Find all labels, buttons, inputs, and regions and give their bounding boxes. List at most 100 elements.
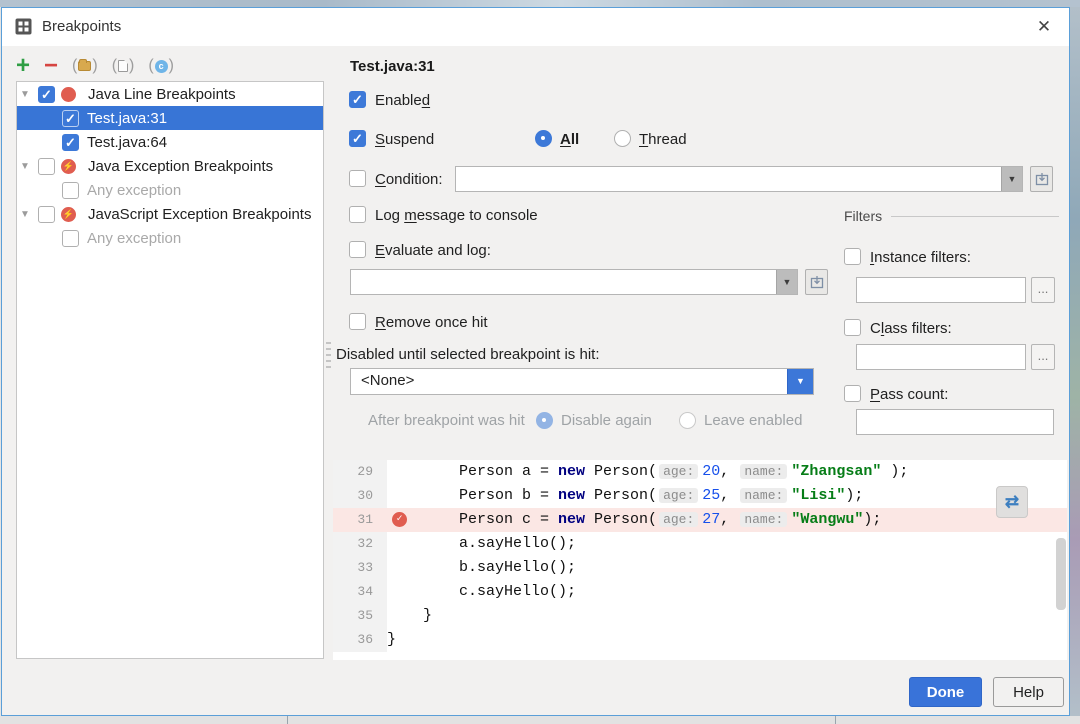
code-scrollbar[interactable] (1055, 460, 1067, 660)
tree-item-test-java-31[interactable]: Test.java:31 (17, 106, 323, 130)
instance-filters-more-button[interactable]: ... (1031, 277, 1055, 303)
code-line-34: 34 c.sayHello(); (333, 580, 1067, 604)
expander-icon[interactable]: ▼ (17, 89, 33, 100)
tree-item-checkbox[interactable] (62, 230, 79, 247)
line-number[interactable]: 36 (333, 628, 387, 652)
enabled-label: Enabled (375, 92, 430, 109)
line-number[interactable]: 32 (333, 532, 387, 556)
code-line-31: 31✓ Person c = new Person(age:27, name:"… (333, 508, 1067, 532)
tree-item-label: JavaScript Exception Breakpoints (88, 206, 311, 223)
tree-item-label: Java Exception Breakpoints (88, 158, 273, 175)
line-number[interactable]: 33 (333, 556, 387, 580)
navigate-to-source-button[interactable]: ⇄ (996, 486, 1028, 518)
tree-item-any-exception[interactable]: Any exception (17, 226, 323, 250)
help-button[interactable]: Help (993, 677, 1064, 707)
code-line-30: 30 Person b = new Person(age:25, name:"L… (333, 484, 1067, 508)
tree-item-label: Any exception (87, 230, 181, 247)
breakpoints-tree: ▼Java Line BreakpointsTest.java:31Test.j… (16, 81, 324, 659)
suspend-label: Suspend (375, 131, 434, 148)
disabled-until-label: Disabled until selected breakpoint is hi… (336, 346, 599, 363)
leave-enabled-radio[interactable] (679, 412, 696, 429)
condition-label: Condition: (375, 171, 443, 188)
scrollbar-thumb[interactable] (1056, 538, 1066, 610)
chevron-down-icon[interactable] (1001, 167, 1022, 191)
tree-item-java-exception-breakpoints[interactable]: ▼ Java Exception Breakpoints (17, 154, 323, 178)
tree-item-checkbox[interactable] (62, 110, 79, 127)
file-icon (118, 60, 128, 72)
background-divider (287, 716, 288, 724)
line-number[interactable]: 34 (333, 580, 387, 604)
instance-filters-checkbox[interactable] (844, 248, 861, 265)
tree-item-label: Any exception (87, 182, 181, 199)
background-divider (835, 716, 836, 724)
evaluate-input[interactable] (350, 269, 798, 295)
group-by-file-toggle[interactable]: ( ) (112, 57, 135, 75)
tree-item-javascript-exception-breakpoints[interactable]: ▼ JavaScript Exception Breakpoints (17, 202, 323, 226)
remove-once-hit-label: Remove once hit (375, 314, 488, 331)
verified-breakpoint-icon[interactable]: ✓ (392, 512, 407, 527)
suspend-checkbox[interactable] (349, 130, 366, 147)
suspend-thread-radio[interactable] (614, 130, 631, 147)
dialog-title: Breakpoints (42, 18, 121, 35)
line-number[interactable]: 29 (333, 460, 387, 484)
code-line-35: 35 } (333, 604, 1067, 628)
suspend-thread-label: Thread (639, 131, 687, 148)
add-breakpoint-button[interactable]: + (16, 55, 30, 77)
remove-breakpoint-button[interactable]: − (44, 56, 58, 76)
code-line-33: 33 b.sayHello(); (333, 556, 1067, 580)
instance-filters-input[interactable] (856, 277, 1026, 303)
breakpoints-dialog-icon (15, 18, 32, 35)
line-number[interactable]: 31✓ (333, 508, 387, 532)
tree-item-any-exception[interactable]: Any exception (17, 178, 323, 202)
enabled-checkbox[interactable] (349, 91, 366, 108)
condition-input[interactable] (455, 166, 1023, 192)
class-filters-checkbox[interactable] (844, 319, 861, 336)
line-number[interactable]: 35 (333, 604, 387, 628)
after-hit-label: After breakpoint was hit (368, 412, 525, 429)
suspend-all-label: All (560, 131, 579, 148)
tree-item-java-line-breakpoints[interactable]: ▼Java Line Breakpoints (17, 82, 323, 106)
pass-count-checkbox[interactable] (844, 385, 861, 402)
tree-item-checkbox[interactable] (38, 86, 55, 103)
expander-icon[interactable]: ▼ (17, 161, 33, 172)
pass-count-input[interactable] (856, 409, 1054, 435)
pass-count-label: Pass count: (870, 386, 948, 403)
code-text: } (387, 604, 1067, 628)
expand-editor-icon (810, 275, 824, 289)
line-number[interactable]: 30 (333, 484, 387, 508)
tree-item-checkbox[interactable] (38, 158, 55, 175)
tree-toolbar: + − ( ) ( ) ( c ) (16, 52, 174, 80)
disabled-until-select[interactable]: <None> (350, 368, 814, 395)
paren: ( (148, 57, 153, 75)
chevron-down-icon[interactable] (787, 369, 813, 394)
suspend-all-radio[interactable] (535, 130, 552, 147)
remove-once-hit-checkbox[interactable] (349, 313, 366, 330)
class-icon: c (155, 60, 168, 73)
tree-item-test-java-64[interactable]: Test.java:64 (17, 130, 323, 154)
evaluate-checkbox[interactable] (349, 241, 366, 258)
chevron-down-icon[interactable] (776, 270, 797, 294)
group-by-package-toggle[interactable]: ( ) (72, 57, 98, 75)
folder-icon (78, 61, 91, 71)
class-filters-label: Class filters: (870, 320, 952, 337)
expander-icon[interactable]: ▼ (17, 209, 33, 220)
class-filters-input[interactable] (856, 344, 1026, 370)
evaluate-expand-button[interactable] (805, 269, 828, 295)
tree-item-checkbox[interactable] (38, 206, 55, 223)
code-text: } (387, 628, 1067, 652)
class-filters-more-button[interactable]: ... (1031, 344, 1055, 370)
close-icon[interactable]: ✕ (1033, 16, 1055, 38)
log-message-checkbox[interactable] (349, 206, 366, 223)
splitter-handle[interactable] (326, 342, 331, 368)
tree-item-checkbox[interactable] (62, 134, 79, 151)
code-preview[interactable]: 29 Person a = new Person(age:20, name:"Z… (333, 460, 1067, 660)
tree-item-checkbox[interactable] (62, 182, 79, 199)
group-by-class-toggle[interactable]: ( c ) (148, 57, 174, 75)
condition-checkbox[interactable] (349, 170, 366, 187)
code-text: Person a = new Person(age:20, name:"Zhan… (387, 460, 1067, 484)
ide-background-right (1070, 7, 1080, 716)
code-text: Person b = new Person(age:25, name:"Lisi… (387, 484, 1067, 508)
disable-again-radio[interactable] (536, 412, 553, 429)
condition-expand-button[interactable] (1030, 166, 1053, 192)
done-button[interactable]: Done (909, 677, 982, 707)
